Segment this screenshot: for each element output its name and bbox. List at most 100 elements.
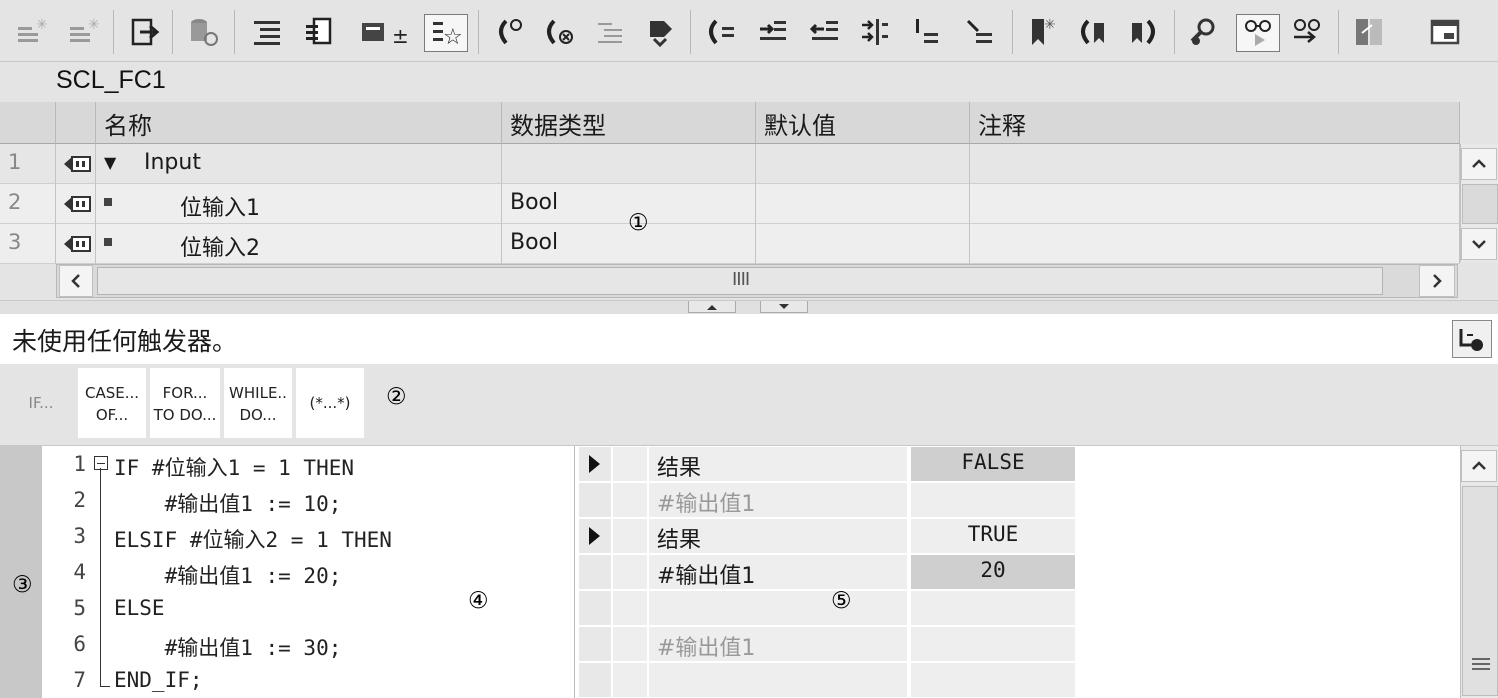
db-icon[interactable] — [184, 12, 222, 52]
monitor-name: #输出值1 — [649, 483, 907, 517]
code-line[interactable]: #输出值1 := 30; — [114, 632, 342, 662]
comment-cell[interactable] — [970, 224, 1460, 264]
splitter-up-icon[interactable] — [688, 301, 736, 313]
header-default[interactable]: 默认值 — [756, 102, 970, 144]
align-icon[interactable] — [856, 12, 894, 52]
comment-cell[interactable] — [970, 184, 1460, 224]
scroll-grip: IIII — [732, 269, 750, 290]
scroll-thumb[interactable] — [1462, 486, 1498, 696]
code-line[interactable]: END_IF; — [114, 668, 203, 692]
scroll-left-icon[interactable] — [59, 265, 93, 297]
list-icon[interactable] — [248, 12, 286, 52]
code-area[interactable]: IF #位输入1 = 1 THEN #输出值1 := 10; ELSIF #位输… — [92, 446, 570, 698]
block-title: SCL_FC1 — [56, 66, 166, 94]
variable-name: 位输入2 — [180, 236, 260, 261]
monitor-value — [911, 627, 1075, 661]
pane-splitter[interactable] — [0, 300, 1498, 314]
favorites-icon[interactable]: ☆ — [424, 14, 468, 52]
splitter-down-icon[interactable] — [760, 301, 808, 313]
compare-icon[interactable] — [1350, 12, 1388, 52]
header-comment[interactable]: 注释 — [970, 102, 1460, 144]
outdent-icon[interactable] — [806, 12, 844, 52]
name-cell[interactable]: ▼ Input — [96, 144, 502, 184]
palette-comment-button[interactable]: (*...*) — [296, 368, 364, 438]
palette-for-button[interactable]: FOR... TO DO... — [150, 368, 220, 438]
palette-while-button[interactable]: WHILE.. DO... — [224, 368, 292, 438]
header-name[interactable]: 名称 — [96, 102, 502, 144]
interface-horizontal-scrollbar[interactable]: IIII — [56, 264, 1458, 298]
interface-vertical-scrollbar[interactable] — [1460, 144, 1498, 262]
line-number: 6 — [73, 632, 86, 656]
editor-vertical-scrollbar[interactable] — [1460, 446, 1498, 698]
expand-arrow-icon[interactable] — [579, 519, 611, 553]
watch-icon[interactable] — [1184, 12, 1222, 52]
editor-margin[interactable]: ③ — [0, 446, 42, 698]
svg-text:☆: ☆ — [443, 25, 463, 50]
step-icon[interactable] — [642, 12, 680, 52]
code-line[interactable]: #输出值1 := 20; — [114, 560, 342, 590]
indent-icon[interactable] — [754, 12, 792, 52]
export-icon[interactable] — [126, 12, 164, 52]
palette-if-button[interactable]: IF... — [10, 368, 72, 438]
collapse-triangle-icon[interactable]: ▼ — [104, 153, 116, 172]
callout-marker-4: ④ — [468, 588, 489, 614]
table-row[interactable]: 2 位输入1 Bool — [0, 184, 1460, 224]
delete-breakpoint-icon[interactable] — [540, 12, 578, 52]
header-datatype[interactable]: 数据类型 — [502, 102, 756, 144]
callout-marker-3: ③ — [12, 572, 33, 598]
monitor-all-icon[interactable] — [1288, 12, 1326, 52]
jump-icon[interactable] — [702, 12, 740, 52]
line-numbers: 1 2 3 4 5 6 7 — [42, 446, 90, 698]
scroll-right-icon[interactable] — [1419, 265, 1455, 297]
svg-text:✳: ✳ — [88, 17, 100, 33]
comment-cell[interactable] — [970, 144, 1460, 184]
expand-arrow-icon[interactable] — [579, 447, 611, 481]
instruction-palette: IF... CASE... OF... FOR... TO DO... WHIL… — [0, 364, 1498, 446]
bracket-icon[interactable] — [908, 12, 946, 52]
default-cell[interactable] — [756, 184, 970, 224]
monitor-value: 20 — [911, 555, 1075, 589]
code-line[interactable]: IF #位输入1 = 1 THEN — [114, 452, 354, 482]
bookmark-icon[interactable]: ✳ — [1024, 12, 1062, 52]
add-row-icon[interactable]: ✳ — [64, 12, 102, 52]
code-line[interactable]: ELSE — [114, 596, 165, 620]
table-row[interactable]: 3 位输入2 Bool — [0, 224, 1460, 264]
window-icon[interactable] — [1426, 12, 1464, 52]
table-row[interactable]: 1 ▼ Input — [0, 144, 1460, 184]
horizontal-scroll-thumb[interactable]: IIII — [97, 267, 1383, 295]
name-cell[interactable]: 位输入1 — [96, 184, 502, 224]
name-cell[interactable]: 位输入2 — [96, 224, 502, 264]
monitor-value — [911, 483, 1075, 517]
code-line[interactable]: #输出值1 := 10; — [114, 488, 342, 518]
marker-icon[interactable] — [960, 12, 998, 52]
trigger-settings-icon[interactable] — [1452, 320, 1492, 358]
comment-icon[interactable] — [592, 12, 630, 52]
monitor-row: 结果 FALSE — [575, 447, 1081, 483]
line-number: 7 — [73, 668, 86, 692]
default-cell[interactable] — [756, 224, 970, 264]
line-number: 1 — [73, 452, 86, 476]
default-cell[interactable] — [756, 144, 970, 184]
insert-row-icon[interactable]: ✳ — [12, 12, 50, 52]
datatype-cell[interactable] — [502, 144, 756, 184]
goto-breakpoint-icon[interactable] — [490, 12, 528, 52]
network-download-icon[interactable]: ± — [356, 12, 414, 52]
scroll-up-icon[interactable] — [1461, 148, 1497, 180]
scroll-thumb[interactable] — [1462, 184, 1498, 224]
monitor-name: #输出值1 — [649, 555, 907, 589]
row-number: 2 — [0, 184, 56, 224]
palette-case-button[interactable]: CASE... OF... — [78, 368, 146, 438]
scroll-down-icon[interactable] — [1461, 228, 1497, 260]
editor-toolbar: ✳ ✳ ± ☆ ✳ — [0, 0, 1498, 62]
next-icon[interactable] — [1124, 12, 1162, 52]
monitor-icon[interactable] — [1236, 14, 1280, 52]
callout-marker-1: ① — [628, 210, 649, 236]
monitor-row — [575, 591, 1081, 627]
structure-icon[interactable] — [300, 12, 338, 52]
header-rownum — [0, 102, 56, 144]
prev-icon[interactable] — [1074, 12, 1112, 52]
code-line[interactable]: ELSIF #位输入2 = 1 THEN — [114, 524, 392, 554]
scroll-up-icon[interactable] — [1461, 450, 1497, 482]
block-title-bar: SCL_FC1 — [0, 62, 1498, 102]
monitor-value — [911, 591, 1075, 625]
